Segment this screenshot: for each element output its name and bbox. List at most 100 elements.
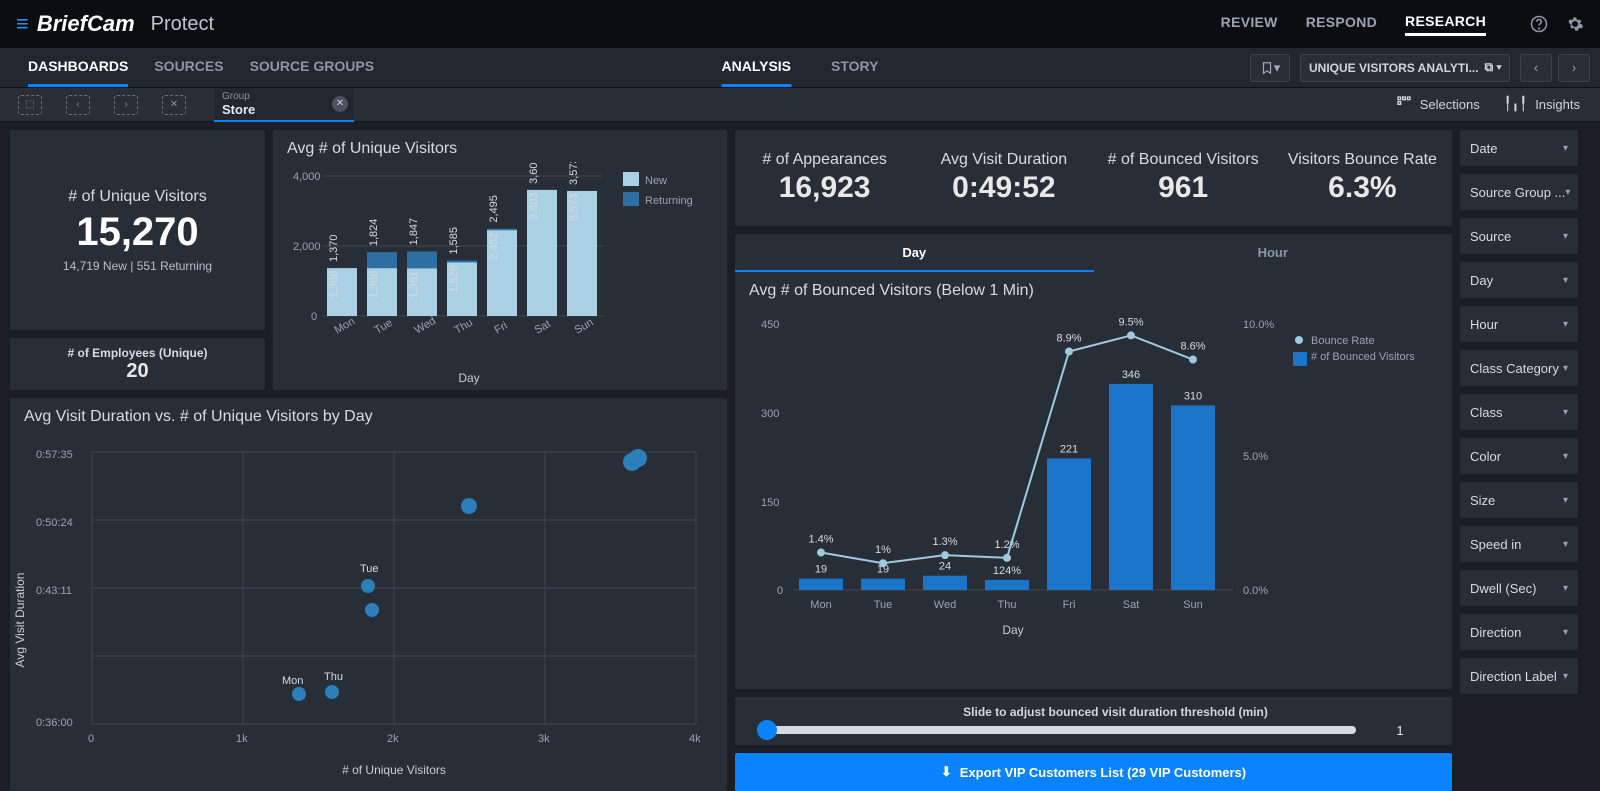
svg-text:1.4%: 1.4% <box>808 533 833 545</box>
svg-text:0: 0 <box>88 733 94 745</box>
svg-text:1%: 1% <box>875 544 891 556</box>
tab-sources[interactable]: SOURCES <box>154 48 223 87</box>
svg-text:New: New <box>645 175 667 187</box>
prev-dashboard-button[interactable]: ‹ <box>1520 54 1552 82</box>
filter-item[interactable]: Direction Label▾ <box>1460 658 1578 694</box>
svg-text:Mon: Mon <box>810 599 831 611</box>
tab-source-groups[interactable]: SOURCE GROUPS <box>250 48 374 87</box>
primary-nav: REVIEW RESPOND RESEARCH <box>1221 13 1486 36</box>
svg-text:19: 19 <box>815 564 827 576</box>
header-bar: ≡BriefCam Protect REVIEW RESPOND RESEARC… <box>0 0 1600 48</box>
nav-respond[interactable]: RESPOND <box>1306 14 1377 34</box>
svg-text:# of Bounced Visitors: # of Bounced Visitors <box>1311 351 1415 363</box>
bounced-tabs: Day Hour <box>735 234 1452 272</box>
nav-review[interactable]: REVIEW <box>1221 14 1278 34</box>
svg-text:Day: Day <box>458 371 479 385</box>
gear-icon[interactable] <box>1566 15 1584 33</box>
svg-text:1,366: 1,366 <box>368 271 380 299</box>
brand-logo: ≡BriefCam Protect <box>16 11 214 37</box>
bookmark-button[interactable]: ▾ <box>1250 54 1290 82</box>
tab-dashboards[interactable]: DASHBOARDS <box>28 48 128 87</box>
svg-text:450: 450 <box>761 319 779 331</box>
filter-item[interactable]: Day▾ <box>1460 262 1578 298</box>
product-name: Protect <box>151 13 214 36</box>
kpi-unique-title: # of Unique Visitors <box>68 188 206 206</box>
svg-text:Bounce Rate: Bounce Rate <box>1311 335 1375 347</box>
export-vip-button[interactable]: ⬇ Export VIP Customers List (29 VIP Cust… <box>735 753 1452 791</box>
svg-text:3k: 3k <box>538 733 550 745</box>
kpi-unique-value: 15,270 <box>76 210 198 255</box>
svg-text:8.6%: 8.6% <box>1180 341 1205 353</box>
filter-chip-clear-icon[interactable]: ✕ <box>332 96 348 112</box>
kpi-bounce-rate: Visitors Bounce Rate6.3% <box>1273 130 1452 226</box>
slider-value: 1 <box>1370 723 1430 738</box>
lasso-select-icon[interactable]: ⬚ <box>18 95 42 115</box>
svg-text:2k: 2k <box>387 733 399 745</box>
svg-text:0.0%: 0.0% <box>1243 585 1268 597</box>
filter-item[interactable]: Class Category▾ <box>1460 350 1578 386</box>
bounced-chart-svg: 450 300 150 0 10.0% 5.0% 0.0% 19Mon19Tue… <box>735 304 1447 654</box>
tab-day[interactable]: Day <box>735 234 1094 272</box>
filter-item[interactable]: Size▾ <box>1460 482 1578 518</box>
slider-thumb[interactable] <box>757 720 777 740</box>
filter-item[interactable]: Direction▾ <box>1460 614 1578 650</box>
chart-avg-unique-visitors[interactable]: Avg # of Unique Visitors New Returning 4… <box>273 130 727 390</box>
clear-selection-icon[interactable]: ✕ <box>162 95 186 115</box>
svg-text:300: 300 <box>761 408 779 420</box>
svg-text:Day: Day <box>1002 623 1023 637</box>
svg-text:3,603: 3,603 <box>528 192 540 220</box>
filter-item[interactable]: Source Group ...▾ <box>1460 174 1578 210</box>
svg-text:Sun: Sun <box>573 316 596 336</box>
svg-text:Thu: Thu <box>324 671 343 683</box>
svg-text:Mon: Mon <box>333 316 358 337</box>
kpi-unique-sub: 14,719 New | 551 Returning <box>63 259 212 273</box>
secondary-nav: DASHBOARDS SOURCES SOURCE GROUPS ANALYSI… <box>0 48 1600 88</box>
insights-button[interactable]: ╿╻╿ Insights <box>1504 97 1580 112</box>
slider-panel: Slide to adjust bounced visit duration t… <box>735 697 1452 745</box>
brand-name: BriefCam <box>37 11 135 37</box>
dashboard-title-box[interactable]: UNIQUE VISITORS ANALYTI... ⧉ ▾ <box>1300 54 1510 82</box>
kpi-unique-visitors: # of Unique Visitors 15,270 14,719 New |… <box>10 130 265 330</box>
svg-text:4,000: 4,000 <box>293 171 321 183</box>
svg-text:2,495: 2,495 <box>488 195 500 223</box>
svg-text:Tue: Tue <box>373 317 395 337</box>
filter-item[interactable]: Speed in▾ <box>1460 526 1578 562</box>
svg-text:Fri: Fri <box>1063 599 1076 611</box>
svg-text:1.3%: 1.3% <box>932 536 957 548</box>
selections-button[interactable]: Selections <box>1396 95 1480 114</box>
tab-analysis[interactable]: ANALYSIS <box>722 48 792 87</box>
svg-text:221: 221 <box>1060 443 1078 455</box>
tab-story[interactable]: STORY <box>831 48 878 87</box>
filter-item[interactable]: Dwell (Sec)▾ <box>1460 570 1578 606</box>
svg-text:24: 24 <box>939 561 951 573</box>
threshold-slider[interactable] <box>757 726 1356 734</box>
filter-item[interactable]: Color▾ <box>1460 438 1578 474</box>
svg-text:3,573: 3,573 <box>568 162 580 185</box>
nav-research[interactable]: RESEARCH <box>1405 13 1486 36</box>
filter-item[interactable]: Date▾ <box>1460 130 1578 166</box>
svg-text:0:57:35: 0:57:35 <box>36 449 73 461</box>
bounced-visitors-panel: Day Hour Avg # of Bounced Visitors (Belo… <box>735 234 1452 689</box>
svg-text:0:43:11: 0:43:11 <box>36 585 72 597</box>
svg-text:1,361: 1,361 <box>408 271 420 299</box>
svg-text:Sat: Sat <box>533 318 553 337</box>
slider-label: Slide to adjust bounced visit duration t… <box>757 705 1474 719</box>
filter-item[interactable]: Hour▾ <box>1460 306 1578 342</box>
svg-text:10.0%: 10.0% <box>1243 319 1274 331</box>
svg-text:2,000: 2,000 <box>293 241 321 253</box>
tab-hour[interactable]: Hour <box>1094 234 1453 272</box>
selection-toolbar: ⬚ ‹ › ✕ Group Store ✕ Selections ╿╻╿ Ins… <box>0 88 1600 122</box>
step-forward-icon[interactable]: › <box>114 95 138 115</box>
filter-chip-group[interactable]: Group Store ✕ <box>214 88 354 122</box>
step-back-icon[interactable]: ‹ <box>66 95 90 115</box>
chart-title: Avg Visit Duration vs. # of Unique Visit… <box>10 398 727 430</box>
filter-item[interactable]: Source▾ <box>1460 218 1578 254</box>
svg-text:1k: 1k <box>236 733 248 745</box>
svg-text:150: 150 <box>761 497 779 509</box>
help-icon[interactable] <box>1530 15 1548 33</box>
next-dashboard-button[interactable]: › <box>1558 54 1590 82</box>
chart-scatter-duration[interactable]: Avg Visit Duration vs. # of Unique Visit… <box>10 398 727 791</box>
svg-text:0: 0 <box>777 585 783 597</box>
filter-item[interactable]: Class▾ <box>1460 394 1578 430</box>
svg-text:Tue: Tue <box>874 599 893 611</box>
